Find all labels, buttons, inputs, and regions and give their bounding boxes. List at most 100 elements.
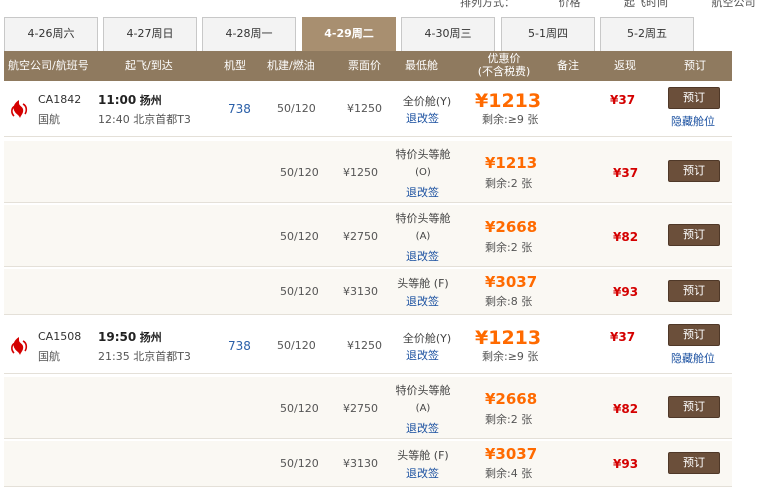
departure: 11:00 扬州 (98, 92, 162, 108)
seats-remaining: 剩余:2 张 (485, 241, 533, 254)
tax-fuel: 50/120 (280, 285, 319, 298)
sort-time-link[interactable]: 起飞时间 (624, 0, 668, 9)
tax-fuel: 50/120 (280, 402, 319, 415)
cabin-class: 全价舱(Y) (402, 95, 452, 108)
header-airline: 航空公司/航班号 (8, 59, 89, 72)
discount-price: ¥1213 (475, 327, 542, 349)
seats-remaining: 剩余:4 张 (485, 467, 533, 480)
cashback: ¥37 (610, 330, 636, 344)
sort-airline-link[interactable]: 航空公司 (712, 0, 756, 9)
discount-price: ¥2668 (485, 390, 538, 408)
departure-time: 19:50 (98, 330, 137, 344)
cabin-row: 50/120 ¥2750 特价头等舱 (A) 退改签 ¥2668 剩余:2 张 … (4, 205, 732, 267)
departure-time: 11:00 (98, 93, 137, 107)
cashback: ¥93 (613, 457, 639, 471)
header-price: 票面价 (348, 59, 381, 72)
tab-5-2[interactable]: 5-2周五 (600, 17, 694, 51)
header-lowest: 最低舱 (405, 59, 438, 72)
header-book: 预订 (684, 59, 706, 72)
tab-5-1[interactable]: 5-1周四 (501, 17, 595, 51)
ticket-price: ¥1250 (347, 339, 382, 352)
refund-change-link[interactable]: 退改签 (406, 420, 439, 436)
cabin-class: 头等舱 (F) (397, 449, 449, 462)
date-tabs: 4-26周六 4-27周日 4-28周一 4-29周二 4-30周三 5-1周四… (4, 17, 732, 51)
cabin-class: 特价头等舱 (395, 148, 451, 161)
discount-price: ¥2668 (485, 218, 538, 236)
refund-change-link[interactable]: 退改签 (406, 248, 439, 264)
book-button[interactable]: 预订 (668, 224, 720, 246)
cabin-row: 50/120 ¥3130 头等舱 (F) 退改签 ¥3037 剩余:4 张 ¥9… (4, 441, 732, 487)
ticket-price: ¥2750 (343, 230, 378, 243)
book-button[interactable]: 预订 (668, 396, 720, 418)
discount-price: ¥3037 (485, 445, 538, 463)
arrival: 21:35 北京首都T3 (98, 348, 191, 364)
departure-city: 扬州 (139, 331, 162, 344)
ticket-price: ¥1250 (347, 102, 382, 115)
sort-label: 排列方式： (460, 0, 515, 9)
cashback: ¥82 (613, 230, 639, 244)
departure: 19:50 扬州 (98, 329, 162, 345)
ticket-price: ¥2750 (343, 402, 378, 415)
arrival-time: 21:35 (98, 350, 130, 363)
air-china-phoenix-icon (11, 337, 28, 355)
hide-cabins-link[interactable]: 隐藏舱位 (671, 350, 715, 366)
cabin-code: (A) (415, 403, 431, 414)
air-china-phoenix-icon (11, 100, 28, 118)
flight-number: CA1842 (38, 93, 82, 106)
tax-fuel: 50/120 (280, 166, 319, 179)
arrival-airport: 北京首都T3 (133, 113, 191, 126)
sort-price-link[interactable]: 价格 (559, 0, 581, 9)
cabin-row: 50/120 ¥1250 特价头等舱 (O) 退改签 ¥1213 剩余:2 张 … (4, 141, 732, 203)
tax-fuel: 50/120 (280, 230, 319, 243)
table-header: 航空公司/航班号 起飞/到达 机型 机建/燃油 票面价 最低舱 优惠价 (不含税… (4, 51, 732, 81)
arrival-time: 12:40 (98, 113, 130, 126)
discount-price: ¥1213 (485, 154, 538, 172)
sort-strip: 排列方式： 价格 起飞时间 航空公司 (460, 0, 760, 9)
tax-fuel: 50/120 (280, 457, 319, 470)
tax-fuel: 50/120 (277, 102, 316, 115)
cashback: ¥82 (613, 402, 639, 416)
arrival: 12:40 北京首都T3 (98, 111, 191, 127)
cashback: ¥37 (613, 166, 639, 180)
ticket-price: ¥1250 (343, 166, 378, 179)
tab-4-26[interactable]: 4-26周六 (4, 17, 98, 51)
discount-price: ¥1213 (475, 90, 542, 112)
seats-remaining: 剩余:≥9 张 (482, 350, 539, 363)
hide-cabins-link[interactable]: 隐藏舱位 (671, 113, 715, 129)
plane-type-link[interactable]: 738 (228, 102, 251, 116)
tab-4-29[interactable]: 4-29周二 (302, 17, 396, 51)
cabin-class: 全价舱(Y) (402, 332, 452, 345)
header-rebate: 返现 (614, 59, 636, 72)
book-button[interactable]: 预订 (668, 280, 720, 302)
tab-4-30[interactable]: 4-30周三 (401, 17, 495, 51)
header-tax: 机建/燃油 (267, 59, 315, 72)
airline-name: 国航 (38, 350, 60, 363)
plane-type-link[interactable]: 738 (228, 339, 251, 353)
seats-remaining: 剩余:2 张 (485, 413, 533, 426)
seats-remaining: 剩余:8 张 (485, 295, 533, 308)
refund-change-link[interactable]: 退改签 (406, 110, 439, 126)
tab-4-28[interactable]: 4-28周一 (202, 17, 296, 51)
book-button[interactable]: 预订 (668, 452, 720, 474)
arrival-airport: 北京首都T3 (133, 350, 191, 363)
book-button[interactable]: 预订 (668, 324, 720, 346)
refund-change-link[interactable]: 退改签 (406, 347, 439, 363)
refund-change-link[interactable]: 退改签 (406, 293, 439, 309)
flight-row: CA1508 国航 19:50 扬州 21:35 北京首都T3 738 50/1… (4, 318, 732, 374)
header-discount-title: 优惠价 (487, 52, 521, 65)
airline-name: 国航 (38, 113, 60, 126)
ticket-price: ¥3130 (343, 285, 378, 298)
refund-change-link[interactable]: 退改签 (406, 184, 439, 200)
book-button[interactable]: 预订 (668, 87, 720, 109)
header-discount: 优惠价 (不含税费) (474, 52, 534, 78)
cashback: ¥37 (610, 93, 636, 107)
ticket-price: ¥3130 (343, 457, 378, 470)
refund-change-link[interactable]: 退改签 (406, 465, 439, 481)
departure-city: 扬州 (139, 94, 162, 107)
header-times: 起飞/到达 (125, 59, 173, 72)
tab-4-27[interactable]: 4-27周日 (103, 17, 197, 51)
cabin-code: (O) (415, 167, 431, 178)
flight-row: CA1842 国航 11:00 扬州 12:40 北京首都T3 738 50/1… (4, 81, 732, 137)
book-button[interactable]: 预订 (668, 160, 720, 182)
tax-fuel: 50/120 (277, 339, 316, 352)
